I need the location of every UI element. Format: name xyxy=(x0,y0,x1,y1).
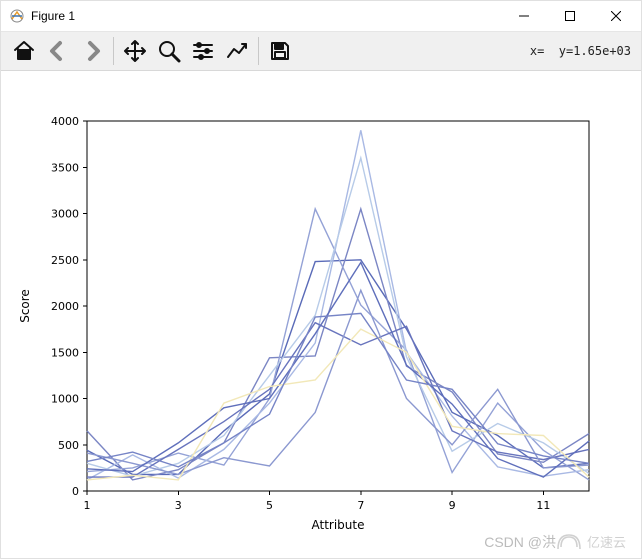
series-line xyxy=(87,313,589,467)
toolbar-separator xyxy=(113,37,114,65)
window-minimize-button[interactable] xyxy=(501,1,547,31)
matplotlib-toolbar: x= y=1.65e+03 xyxy=(1,31,641,71)
series-line xyxy=(87,158,589,476)
series-line xyxy=(87,130,589,480)
svg-text:500: 500 xyxy=(58,439,79,452)
toolbar-separator xyxy=(258,37,259,65)
app-icon xyxy=(9,8,25,24)
window-titlebar: Figure 1 xyxy=(1,1,641,31)
svg-text:3500: 3500 xyxy=(51,161,79,174)
window-maximize-button[interactable] xyxy=(547,1,593,31)
home-button[interactable] xyxy=(7,34,41,68)
back-button[interactable] xyxy=(41,34,75,68)
y-axis-label: Score xyxy=(18,289,32,323)
pan-button[interactable] xyxy=(118,34,152,68)
forward-button[interactable] xyxy=(75,34,109,68)
svg-text:5: 5 xyxy=(266,499,273,512)
window-title: Figure 1 xyxy=(31,9,75,23)
svg-text:4000: 4000 xyxy=(51,115,79,128)
series-line xyxy=(87,209,589,480)
svg-text:3000: 3000 xyxy=(51,208,79,221)
svg-text:1500: 1500 xyxy=(51,346,79,359)
cursor-coordinates-readout: x= y=1.65e+03 xyxy=(530,44,635,58)
plot-canvas[interactable]: 0 500 1000 1500 2000 2500 3000 3500 4000 1 3 5 7 9 11 A… xyxy=(1,71,641,558)
series-line xyxy=(87,323,589,477)
zoom-button[interactable] xyxy=(152,34,186,68)
svg-text:2000: 2000 xyxy=(51,300,79,313)
configure-subplots-button[interactable] xyxy=(186,34,220,68)
svg-text:7: 7 xyxy=(357,499,364,512)
svg-text:9: 9 xyxy=(449,499,456,512)
edit-axes-button[interactable] xyxy=(220,34,254,68)
svg-text:2500: 2500 xyxy=(51,254,79,267)
series-line xyxy=(87,263,589,478)
svg-text:1000: 1000 xyxy=(51,393,79,406)
series-line xyxy=(87,260,589,475)
svg-text:3: 3 xyxy=(175,499,182,512)
series-line xyxy=(87,209,589,480)
svg-text:0: 0 xyxy=(72,485,79,498)
svg-text:1: 1 xyxy=(84,499,91,512)
save-button[interactable] xyxy=(263,34,297,68)
window-close-button[interactable] xyxy=(593,1,639,31)
x-axis-label: Attribute xyxy=(312,518,365,532)
svg-text:11: 11 xyxy=(536,499,550,512)
